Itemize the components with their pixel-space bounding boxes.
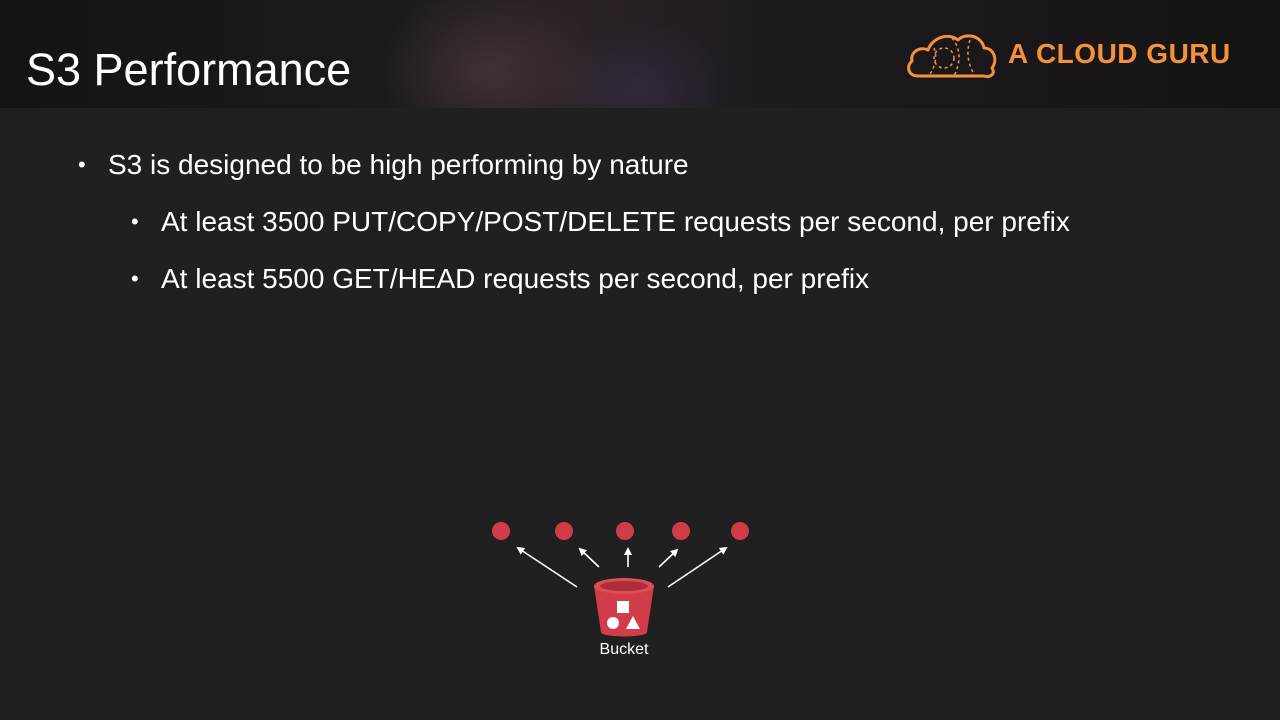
request-arrow (578, 547, 600, 568)
slide: S3 Performance A CLOUD GURU • S3 is desi… (0, 0, 1280, 720)
request-nodes (492, 522, 749, 540)
bucket-request-diagram (492, 522, 749, 637)
request-arrow (516, 546, 578, 588)
request-node (616, 522, 634, 540)
request-node (492, 522, 510, 540)
request-node (555, 522, 573, 540)
request-node (672, 522, 690, 540)
bucket-label: Bucket (599, 641, 649, 658)
s3-bucket-icon (594, 578, 654, 637)
request-arrow (658, 548, 679, 568)
request-node (731, 522, 749, 540)
request-arrow (667, 546, 728, 588)
